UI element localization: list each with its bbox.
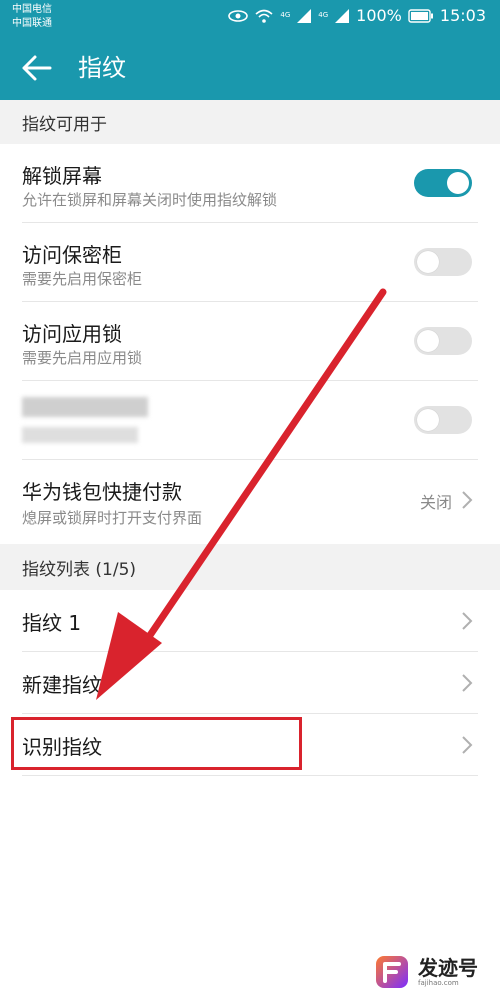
battery-percent: 100% xyxy=(356,6,402,25)
setting-row-unlock-screen[interactable]: 解锁屏幕 允许在锁屏和屏幕关闭时使用指纹解锁 xyxy=(0,144,500,223)
signal-icon-1 xyxy=(296,8,312,24)
eye-comfort-icon xyxy=(228,9,249,23)
wifi-icon xyxy=(254,8,274,24)
signal-tag-1: 4G xyxy=(280,11,291,19)
row-subtitle: 需要先启用保密柜 xyxy=(22,270,143,288)
carrier-1: 中国电信 xyxy=(12,4,52,15)
wallet-payment-value: 关闭 xyxy=(419,493,452,512)
blurred-title xyxy=(22,397,148,417)
unlock-screen-toggle[interactable] xyxy=(414,169,472,197)
status-bar: 中国电信 中国联通 4G 4G 100% 15:03 xyxy=(0,0,500,36)
watermark-logo-icon xyxy=(372,952,412,992)
row-title: 解锁屏幕 xyxy=(22,164,102,188)
new-fingerprint-item[interactable]: 新建指纹 xyxy=(0,652,500,714)
row-subtitle: 允许在锁屏和屏幕关闭时使用指纹解锁 xyxy=(22,191,278,209)
page-title: 指纹 xyxy=(78,54,126,82)
section-header-usage: 指纹可用于 xyxy=(0,100,500,144)
row-title: 访问应用锁 xyxy=(22,322,122,346)
chevron-right-icon xyxy=(460,735,474,755)
row-title: 指纹 1 xyxy=(22,611,82,635)
row-title: 华为钱包快捷付款 xyxy=(22,480,182,504)
setting-row-obscured[interactable] xyxy=(0,381,500,460)
signal-tag-2: 4G xyxy=(318,11,329,19)
watermark-url: fajihao.com xyxy=(418,978,459,987)
obscured-toggle[interactable] xyxy=(414,406,472,434)
row-title: 新建指纹 xyxy=(22,673,102,697)
app-lock-toggle[interactable] xyxy=(414,327,472,355)
watermark-name: 发迹号 xyxy=(418,955,478,980)
back-arrow-icon[interactable] xyxy=(20,52,56,84)
watermark: 发迹号 fajihao.com xyxy=(372,950,492,994)
chevron-right-icon xyxy=(460,490,474,510)
status-time: 15:03 xyxy=(439,6,486,25)
chevron-right-icon xyxy=(460,673,474,693)
signal-icon-2 xyxy=(334,8,350,24)
carrier-2: 中国联通 xyxy=(12,18,52,29)
section-header-fingerprint-list: 指纹列表 (1/5) xyxy=(0,544,500,590)
setting-row-app-lock[interactable]: 访问应用锁 需要先启用应用锁 xyxy=(0,302,500,381)
blurred-subtitle xyxy=(22,427,138,443)
battery-icon xyxy=(408,8,434,23)
app-bar: 指纹 xyxy=(0,36,500,100)
row-subtitle: 需要先启用应用锁 xyxy=(22,349,143,367)
row-title: 访问保密柜 xyxy=(22,243,122,267)
row-subtitle: 熄屏或锁屏时打开支付界面 xyxy=(22,509,203,527)
status-icons: 4G 4G 100% 15:03 xyxy=(228,6,486,25)
fingerprint-item-1[interactable]: 指纹 1 xyxy=(0,590,500,652)
setting-row-safe[interactable]: 访问保密柜 需要先启用保密柜 xyxy=(0,223,500,302)
setting-row-wallet-payment[interactable]: 华为钱包快捷付款 熄屏或锁屏时打开支付界面 关闭 xyxy=(0,460,500,544)
highlight-box xyxy=(11,717,302,770)
safe-toggle[interactable] xyxy=(414,248,472,276)
carrier-info: 中国电信 中国联通 xyxy=(12,3,52,31)
chevron-right-icon xyxy=(460,611,474,631)
